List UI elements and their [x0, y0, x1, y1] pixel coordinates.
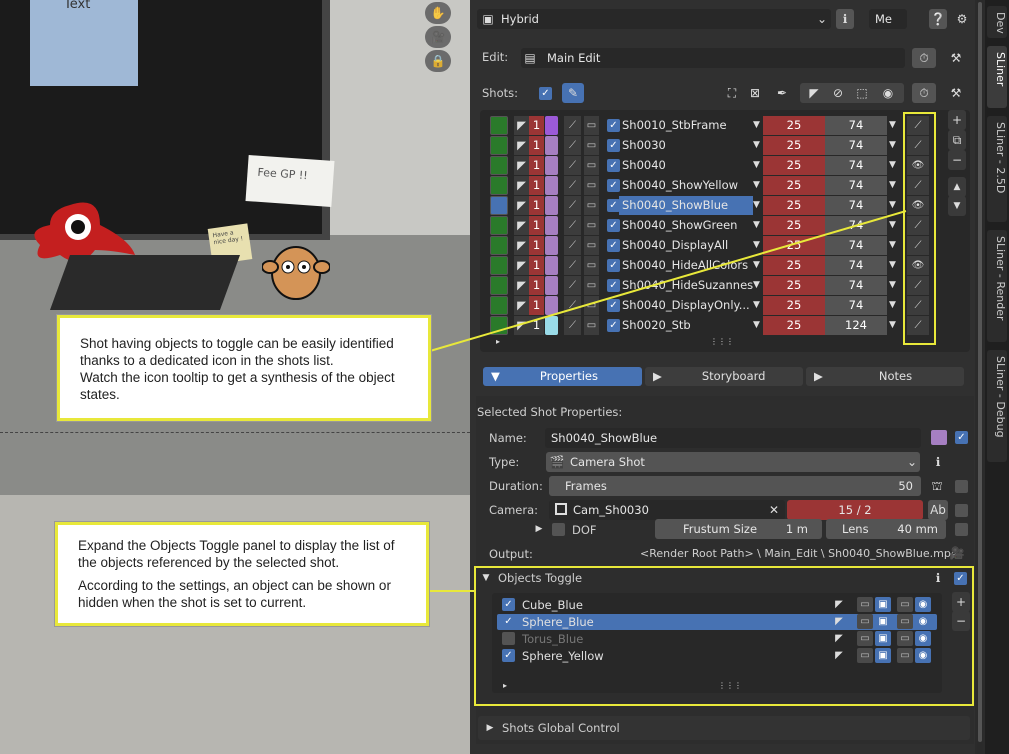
callout-2-text-a: Expand the Objects Toggle panel to displ…	[78, 538, 395, 570]
callout-1-text-a: Shot having objects to toggle can be eas…	[80, 336, 394, 368]
callout-2-text-b: According to the settings, an object can…	[78, 578, 391, 610]
callout-shot-icon: Shot having objects to toggle can be eas…	[57, 315, 431, 421]
callout-objects-toggle: Expand the Objects Toggle panel to displ…	[55, 522, 429, 626]
callout-1-text-b: Watch the icon tooltip to get a synthesi…	[80, 370, 395, 402]
